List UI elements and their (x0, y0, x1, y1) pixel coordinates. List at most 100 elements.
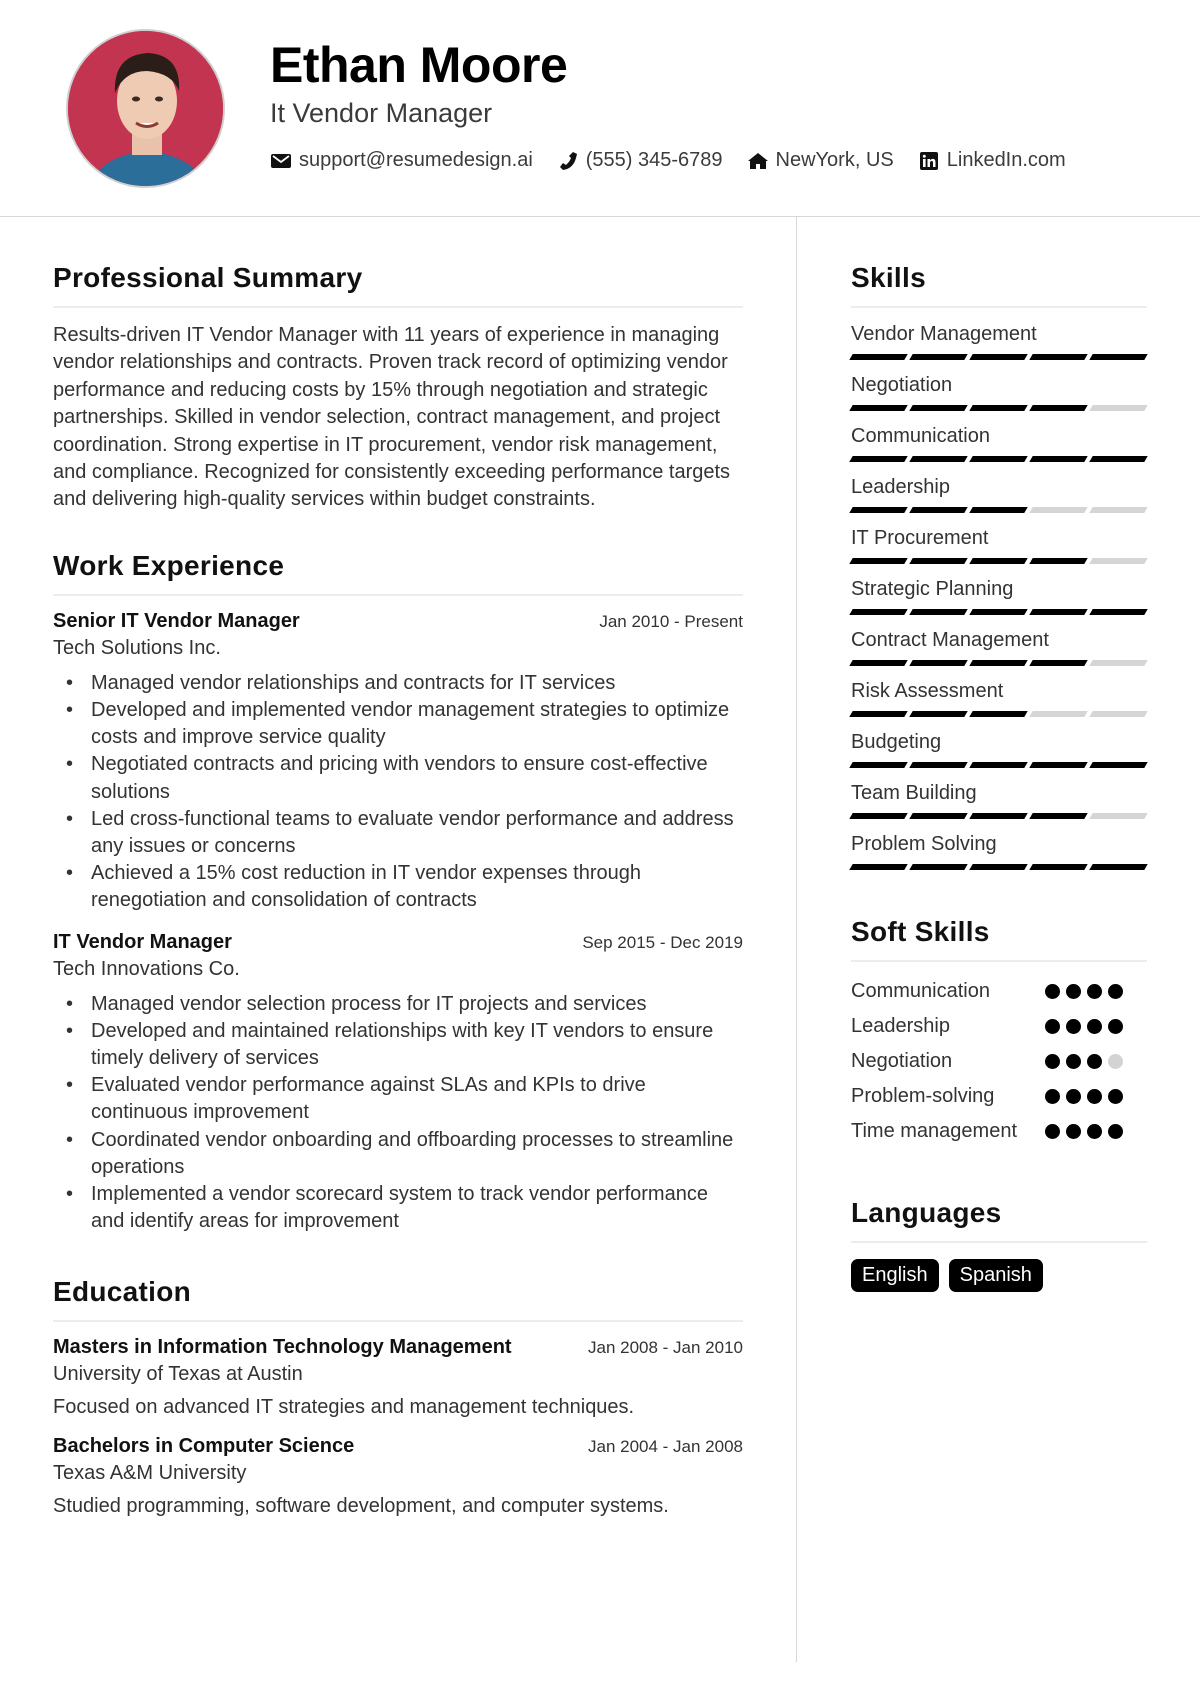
soft-skills-heading: Soft Skills (851, 916, 1147, 962)
skill-name: Team Building (851, 782, 977, 804)
rating-dot (1087, 1124, 1102, 1139)
job-bullet: Developed and implemented vendor managem… (53, 697, 743, 751)
rating-dot (1066, 1124, 1081, 1139)
soft-skill-rating (1045, 1048, 1123, 1069)
experience-heading: Work Experience (53, 550, 743, 596)
skill-level-segment (1089, 354, 1148, 360)
contact-phone[interactable]: (555) 345-6789 (557, 149, 723, 172)
summary-heading: Professional Summary (53, 262, 743, 308)
soft-skill-rating (1045, 1118, 1123, 1139)
summary-text: Results-driven IT Vendor Manager with 11… (53, 324, 731, 511)
rating-dot (1045, 1089, 1060, 1104)
contact-list: support@resumedesign.ai (555) 345-6789 N… (270, 149, 1090, 172)
education-description: Studied programming, software developmen… (53, 1494, 669, 1517)
school: Texas A&M University (53, 1461, 247, 1484)
job-bullet: Led cross-functional teams to evaluate v… (53, 806, 743, 860)
skill-level-segment (969, 558, 1028, 564)
skill-name: Contract Management (851, 629, 1049, 651)
soft-skill-name: Communication (851, 980, 990, 1002)
language-tag: English (851, 1259, 939, 1292)
skill-item: Problem Solving (849, 833, 1148, 870)
skill-level-segment (969, 813, 1028, 819)
job-bullet: Implemented a vendor scorecard system to… (53, 1181, 743, 1235)
skill-level-segment (969, 609, 1028, 615)
contact-linkedin[interactable]: LinkedIn.com (918, 149, 1066, 172)
skill-item: Team Building (849, 782, 1148, 819)
contact-email[interactable]: support@resumedesign.ai (270, 149, 533, 172)
skill-item: Budgeting (849, 731, 1148, 768)
soft-skills-list: Communication Leadership Negotiation Proble… (851, 978, 1147, 1153)
skill-level-segment (1029, 711, 1088, 717)
rating-dot (1108, 1019, 1123, 1034)
skill-level-segment (849, 354, 908, 360)
column-divider (796, 217, 797, 1662)
skill-level-segment (969, 864, 1028, 870)
skill-level-segment (909, 354, 968, 360)
profile-photo (68, 31, 223, 186)
rating-dot (1066, 984, 1081, 999)
skill-level-segment (849, 762, 908, 768)
job-bullet: Negotiated contracts and pricing with ve… (53, 751, 743, 805)
sidebar-column: Skills Vendor Management Negotiation Commu… (849, 262, 1148, 1292)
rating-dot (1108, 984, 1123, 999)
job-bullet: Managed vendor selection process for IT … (53, 991, 743, 1018)
skill-level-segment (849, 711, 908, 717)
skills-section: Skills Vendor Management Negotiation Commu… (849, 262, 1148, 870)
skill-name: Budgeting (851, 731, 942, 753)
skills-heading: Skills (851, 262, 1147, 308)
skill-level-segment (909, 864, 968, 870)
rating-dot (1087, 984, 1102, 999)
skill-level-segment (969, 660, 1028, 666)
skill-level-segment (1029, 405, 1088, 411)
degree: Masters in Information Technology Manage… (53, 1335, 512, 1358)
skill-name: Communication (851, 425, 990, 447)
skill-level-segment (969, 456, 1028, 462)
rating-dot (1087, 1019, 1102, 1034)
education-entry: Bachelors in Computer Science Jan 2004 -… (53, 1435, 743, 1518)
skill-level-segment (1089, 405, 1148, 411)
soft-skills-section: Soft Skills Communication Leadership Negot… (851, 916, 1147, 1153)
skill-level-segment (909, 405, 968, 411)
language-tag: Spanish (948, 1259, 1043, 1292)
skill-level-segment (909, 762, 968, 768)
skill-level-segment (849, 660, 908, 666)
skill-name: Negotiation (851, 374, 953, 396)
skill-level-segment (1089, 456, 1148, 462)
skill-level-segment (1089, 558, 1148, 564)
education-date: Jan 2008 - Jan 2010 (587, 1337, 743, 1357)
rating-dot (1066, 1054, 1081, 1069)
job-date: Sep 2015 - Dec 2019 (582, 932, 743, 952)
rating-dot (1045, 1054, 1060, 1069)
skill-level-segment (909, 660, 968, 666)
skill-name: IT Procurement (851, 527, 989, 549)
job-entry: Senior IT Vendor Manager Jan 2010 - Pres… (53, 610, 743, 915)
rating-dot (1045, 1124, 1060, 1139)
skill-level-segment (909, 507, 968, 513)
main-column: Professional Summary Results-driven IT V… (53, 262, 743, 1518)
degree: Bachelors in Computer Science (53, 1434, 355, 1457)
summary-section: Professional Summary Results-driven IT V… (53, 262, 743, 514)
phone-icon (557, 150, 579, 172)
rating-dot (1066, 1019, 1081, 1034)
skill-level-bar (849, 711, 1148, 717)
skill-level-segment (1089, 609, 1148, 615)
skill-level-segment (1089, 507, 1148, 513)
skill-level-bar (849, 456, 1148, 462)
skill-level-segment (1029, 558, 1088, 564)
skill-name: Problem Solving (851, 833, 997, 855)
skill-level-segment (909, 609, 968, 615)
rating-dot (1087, 1054, 1102, 1069)
contact-email-text: support@resumedesign.ai (299, 149, 533, 171)
skill-level-bar (849, 558, 1148, 564)
avatar (66, 29, 225, 188)
skill-level-segment (1029, 354, 1088, 360)
soft-skill-item: Problem-solving (851, 1083, 1147, 1118)
skill-level-bar (849, 813, 1148, 819)
job-bullet: Evaluated vendor performance against SLA… (53, 1072, 743, 1126)
skill-level-bar (849, 609, 1148, 615)
skill-item: IT Procurement (849, 527, 1148, 564)
skill-item: Communication (849, 425, 1148, 462)
skill-level-segment (969, 354, 1028, 360)
skill-name: Vendor Management (851, 323, 1037, 345)
skill-item: Risk Assessment (849, 680, 1148, 717)
